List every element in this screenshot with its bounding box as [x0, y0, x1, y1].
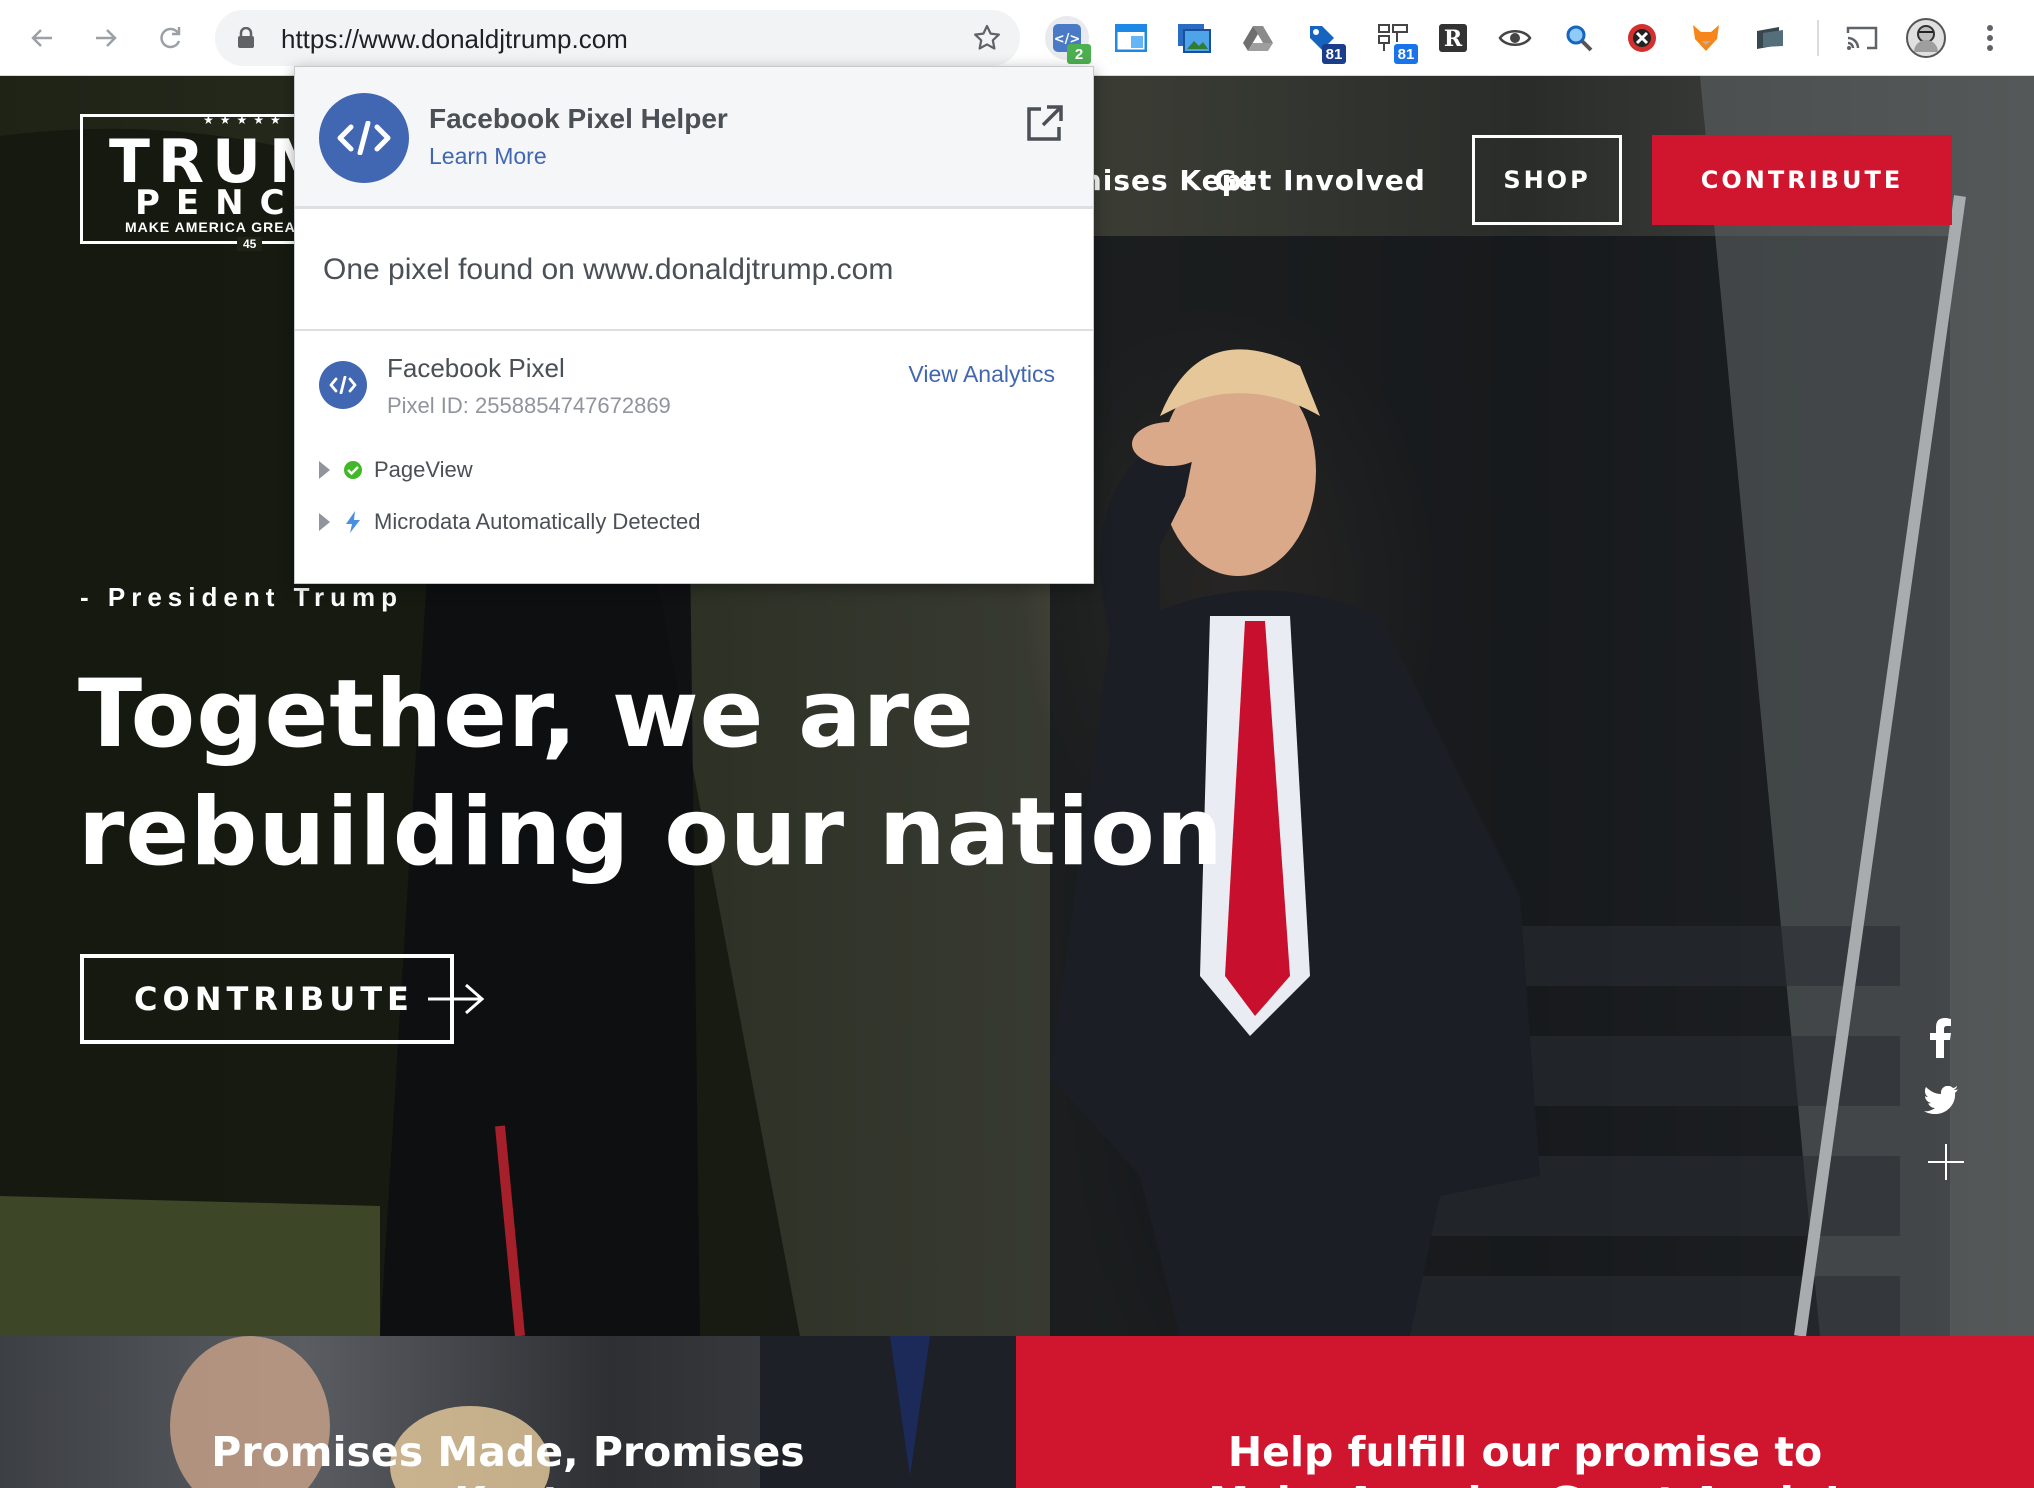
- pixel-helper-logo: [319, 93, 409, 183]
- pixel-name: Facebook Pixel: [387, 353, 565, 383]
- hero-contribute-button[interactable]: CONTRIBUTE: [80, 954, 454, 1044]
- more-vertical-icon: [1987, 25, 1993, 51]
- shop-button[interactable]: SHOP: [1472, 135, 1622, 225]
- eye-extension[interactable]: [1493, 16, 1537, 60]
- address-bar[interactable]: https://www.donaldjtrump.com: [215, 10, 1020, 66]
- open-external-icon[interactable]: [1025, 105, 1063, 143]
- window-icon: [1115, 24, 1147, 52]
- hero-headline: Together, we are rebuilding our nation: [78, 656, 1258, 892]
- plus-icon[interactable]: [1928, 1144, 1964, 1180]
- lock-icon: [238, 27, 254, 48]
- menu-button[interactable]: [1968, 16, 2012, 60]
- popup-divider: [295, 329, 1093, 331]
- event-label: Microdata Automatically Detected: [374, 509, 701, 534]
- help-subtitle: Make America Great Again!: [1016, 1478, 2034, 1488]
- reload-icon: [160, 27, 181, 49]
- back-arrow-icon: [31, 29, 52, 47]
- arrow-right-icon: [428, 983, 485, 1015]
- svg-text:R: R: [1444, 26, 1463, 52]
- popup-header: Facebook Pixel Helper Learn More: [295, 67, 1093, 209]
- code-icon: [337, 121, 391, 155]
- quote-attribution: - President Trump: [80, 582, 404, 612]
- fox-icon: [1693, 25, 1719, 51]
- magnifier-extension[interactable]: [1557, 16, 1601, 60]
- eye-icon: [1498, 30, 1532, 46]
- pixel-id: Pixel ID: 2558854747672869: [387, 393, 671, 418]
- code-icon: [329, 376, 357, 394]
- pixel-logo: [319, 361, 367, 409]
- profile-button[interactable]: [1904, 16, 1948, 60]
- fox-extension[interactable]: [1684, 16, 1728, 60]
- site-logo[interactable]: ★★★★★ TRUMP PENCE MAKE AMERICA GREAT AGA…: [80, 113, 381, 251]
- expand-triangle-icon: [319, 461, 330, 479]
- twitter-icon[interactable]: [1924, 1086, 1958, 1114]
- blocker-icon: [1628, 24, 1656, 52]
- toolbar-separator: [1817, 20, 1819, 56]
- contribute-button[interactable]: CONTRIBUTE: [1652, 135, 1952, 225]
- cast-icon: [1846, 26, 1878, 50]
- r-extension[interactable]: R: [1431, 16, 1475, 60]
- learn-more-link[interactable]: Learn More: [429, 143, 547, 170]
- logo-number: 45: [237, 237, 263, 251]
- lightning-icon: [342, 511, 364, 533]
- back-button[interactable]: [22, 18, 62, 58]
- blocker-extension[interactable]: [1620, 16, 1664, 60]
- drive-icon: [1243, 26, 1273, 51]
- view-analytics-link[interactable]: View Analytics: [908, 361, 1055, 388]
- tag-assistant-extension[interactable]: 81: [1372, 16, 1418, 64]
- extension-badge: 2: [1067, 44, 1091, 64]
- browser-toolbar: https://www.donaldjtrump.com </> 2 81 81…: [0, 0, 2034, 76]
- pixel-helper-extension[interactable]: </> 2: [1045, 16, 1091, 64]
- hero-headline-line1: Together, we are: [78, 660, 975, 769]
- pixel-helper-popup: Facebook Pixel Helper Learn More One pix…: [294, 66, 1094, 584]
- screenshot-extension[interactable]: [1172, 16, 1216, 60]
- cast-button[interactable]: [1840, 16, 1884, 60]
- event-microdata[interactable]: Microdata Automatically Detected: [319, 507, 701, 537]
- drive-extension[interactable]: [1236, 16, 1280, 60]
- avatar: [1906, 18, 1946, 58]
- expand-triangle-icon: [319, 513, 330, 531]
- url-text: https://www.donaldjtrump.com: [281, 24, 628, 54]
- folder-extension[interactable]: [1748, 16, 1792, 60]
- event-pageview[interactable]: PageView: [319, 455, 473, 485]
- extension-badge: 81: [1322, 44, 1346, 64]
- reload-button[interactable]: [150, 18, 190, 58]
- popup-title: Facebook Pixel Helper: [429, 103, 728, 134]
- event-label: PageView: [374, 457, 473, 482]
- help-title: Help fulfill our promise to: [1227, 1428, 1823, 1476]
- pixel-summary: One pixel found on www.donaldjtrump.com: [323, 253, 894, 286]
- folder-icon: [1757, 27, 1783, 49]
- magnifier-icon: [1566, 25, 1593, 52]
- logo-stars: ★★★★★: [203, 113, 287, 127]
- promises-panel[interactable]: Promises Made, Promises Kept: [0, 1336, 1016, 1488]
- extension-badge: 81: [1394, 44, 1418, 64]
- promises-subtitle: Kept: [0, 1478, 1016, 1488]
- hero-headline-line2: rebuilding our nation: [78, 778, 1224, 887]
- r-icon: R: [1439, 24, 1467, 52]
- promises-title: Promises Made, Promises: [211, 1428, 805, 1476]
- forward-button[interactable]: [86, 18, 126, 58]
- help-panel[interactable]: Help fulfill our promise to Make America…: [1016, 1336, 2034, 1488]
- check-circle-icon: [342, 459, 364, 481]
- screenshot-icon: [1178, 24, 1211, 53]
- facebook-icon[interactable]: [1930, 1018, 1952, 1058]
- tag-extension[interactable]: 81: [1300, 16, 1346, 64]
- forward-arrow-icon: [96, 29, 117, 47]
- bookmark-star-icon[interactable]: [972, 23, 1002, 53]
- nav-get-involved[interactable]: Get Involved: [1214, 164, 1426, 197]
- window-extension[interactable]: [1109, 16, 1153, 60]
